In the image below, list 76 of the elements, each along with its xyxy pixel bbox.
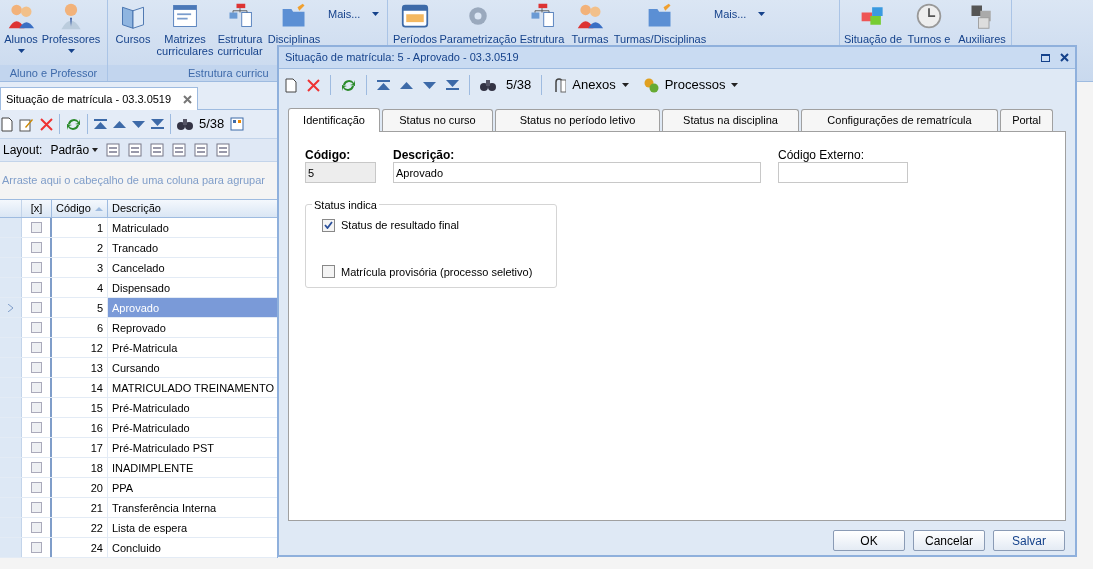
table-cell[interactable]: Lista de espera xyxy=(108,518,277,537)
tab[interactable]: Identificação xyxy=(288,108,380,132)
table-cell: 24 xyxy=(52,538,108,557)
table-cell: 3 xyxy=(52,258,108,277)
column-header[interactable]: Descrição xyxy=(108,200,277,217)
table-cell: 21 xyxy=(52,498,108,517)
field-label: Código: xyxy=(305,148,352,162)
table-cell[interactable]: Concluido xyxy=(108,538,277,557)
table-cell: 2 xyxy=(52,238,108,257)
table-cell[interactable]: Reprovado xyxy=(108,318,277,337)
table-cell[interactable]: Pré-Matriculado xyxy=(108,398,277,417)
record-counter: 5/38 xyxy=(199,115,225,134)
table-cell[interactable]: INADIMPLENTE xyxy=(108,458,277,477)
tab[interactable]: Status na disciplina xyxy=(662,109,799,131)
window-title: Situação de matrícula: 5 - Aprovado - 03.3.0519 xyxy=(285,50,519,66)
tab[interactable]: Status no curso xyxy=(382,109,493,131)
table-cell: 1 xyxy=(52,218,108,237)
tab[interactable]: Status no período letivo xyxy=(495,109,660,131)
table-cell[interactable]: Cursando xyxy=(108,358,277,377)
dialog-button[interactable]: Cancelar xyxy=(913,530,985,551)
table-cell: 14 xyxy=(52,378,108,397)
toolbar-menu[interactable]: Processos xyxy=(642,75,739,95)
table-cell: 6 xyxy=(52,318,108,337)
more-dropdown[interactable]: Mais... xyxy=(714,6,766,23)
ribbon-button[interactable]: Estrutura curricular xyxy=(214,0,266,57)
column-header[interactable]: Código xyxy=(52,200,108,217)
table-cell[interactable]: Trancado xyxy=(108,238,277,257)
table-cell[interactable]: Dispensado xyxy=(108,278,277,297)
table-cell[interactable]: Transferência Interna xyxy=(108,498,277,517)
ribbon-group-label: Aluno e Professor xyxy=(0,65,107,81)
table-cell[interactable]: MATRICULADO TREINAMENTO xyxy=(108,378,277,397)
ribbon-button[interactable]: Auxiliares xyxy=(954,0,1010,45)
tab[interactable]: Portal xyxy=(1000,109,1053,131)
layout-label: Layout: xyxy=(3,142,43,159)
table-cell: 12 xyxy=(52,338,108,357)
ribbon-button[interactable]: Turmas/Disciplinas xyxy=(612,0,708,45)
field-label: Código Externo: xyxy=(778,148,866,162)
table-cell[interactable]: PPA xyxy=(108,478,277,497)
ribbon-button[interactable]: Matrizes curriculares xyxy=(156,0,214,57)
tab[interactable]: Configurações de rematrícula xyxy=(801,109,998,131)
toolbar-menu[interactable]: Anexos xyxy=(552,75,629,95)
more-dropdown[interactable]: Mais... xyxy=(328,6,380,23)
dialog-button[interactable]: OK xyxy=(833,530,905,551)
table-cell[interactable]: Matriculado xyxy=(108,218,277,237)
table-cell[interactable]: Cancelado xyxy=(108,258,277,277)
table-cell: 15 xyxy=(52,398,108,417)
group-panel-hint: Arraste aqui o cabeçalho de uma coluna para agrupar xyxy=(2,173,265,189)
ribbon-button[interactable]: Disciplinas xyxy=(266,0,322,45)
table-cell[interactable]: Pré-Matriculado xyxy=(108,418,277,437)
table-cell: 20 xyxy=(52,478,108,497)
checkbox-label: Matrícula provisória (processo seletivo) xyxy=(341,264,533,280)
ribbon-button[interactable]: Períodos xyxy=(390,0,440,45)
document-tab[interactable]: Situação de matrícula - 03.3.0519 xyxy=(0,87,199,110)
column-header[interactable]: [x] xyxy=(22,200,52,217)
table-cell: 22 xyxy=(52,518,108,537)
dialog-button[interactable]: Salvar xyxy=(993,530,1065,551)
ribbon-button[interactable]: Turnos e xyxy=(904,0,954,45)
table-cell: 13 xyxy=(52,358,108,377)
table-cell: 4 xyxy=(52,278,108,297)
table-cell[interactable]: Pré-Matricula xyxy=(108,338,277,357)
table-cell: 17 xyxy=(52,438,108,457)
ribbon-button[interactable]: Alunos xyxy=(2,0,40,53)
ribbon-button[interactable]: Parametrização xyxy=(440,0,516,45)
ribbon-button[interactable]: Professores xyxy=(40,0,102,53)
checkbox-label: Status de resultado final xyxy=(341,218,460,233)
table-cell[interactable]: Pré-Matriculado PST xyxy=(108,438,277,457)
input-field[interactable]: Aprovado xyxy=(393,162,761,183)
ribbon-button[interactable]: Turmas xyxy=(568,0,612,45)
ribbon-button[interactable]: Cursos xyxy=(110,0,156,45)
table-cell: 18 xyxy=(52,458,108,477)
ribbon-button[interactable]: Situação de xyxy=(842,0,904,45)
ribbon-button[interactable]: Estrutura xyxy=(516,0,568,45)
field-label: Descrição: xyxy=(393,148,456,162)
table-cell: 16 xyxy=(52,418,108,437)
layout-dropdown[interactable]: Padrão xyxy=(50,141,99,159)
record-counter: 5/38 xyxy=(506,76,532,95)
